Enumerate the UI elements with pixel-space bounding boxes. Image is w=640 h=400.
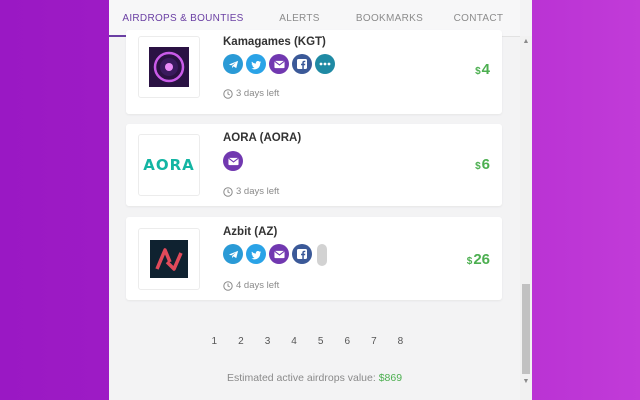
time-left-text: 4 days left [236,280,280,291]
time-left: 3 days left [223,186,279,197]
estimated-value-label: Estimated active airdrops value: [226,372,379,384]
airdrop-value: $ 4 [475,61,490,78]
airdrop-list: Kamagames (KGT) 3 days left $ 4 AORA AOR… [109,30,520,400]
page-link[interactable]: 8 [387,336,414,347]
email-icon[interactable] [269,244,289,264]
social-links [223,244,327,266]
twitter-icon[interactable] [246,244,266,264]
page-link[interactable]: 5 [307,336,334,347]
currency-symbol: $ [466,256,473,267]
aora-logo-text: AORA [143,156,195,174]
pagination: 1 2 3 4 5 6 7 8 [201,336,414,347]
value-amount: 6 [481,156,490,173]
airdrop-card[interactable]: AORA AORA (AORA) 3 days left $ 6 [126,124,502,206]
time-left-text: 3 days left [236,186,280,197]
value-amount: 26 [473,251,490,268]
scrollbar[interactable]: ▲ ▼ [520,36,532,400]
airdrop-value: $ 6 [475,156,490,173]
more-icon[interactable] [315,54,335,74]
airdrop-card[interactable]: Kamagames (KGT) 3 days left $ 4 [126,30,502,114]
scrollbar-thumb[interactable] [522,284,530,374]
value-amount: 4 [481,61,490,78]
kamagames-logo [138,36,200,98]
time-left-text: 3 days left [236,88,280,99]
page-link[interactable]: 2 [228,336,255,347]
scroll-down-arrow-icon[interactable]: ▼ [520,376,532,388]
azbit-logo [138,228,200,290]
social-links [223,151,243,171]
estimated-value-footer: Estimated active airdrops value: $869 [109,372,520,384]
aora-logo: AORA [138,134,200,196]
page-link[interactable]: 1 [201,336,228,347]
scroll-up-arrow-icon[interactable]: ▲ [520,36,532,48]
time-left: 3 days left [223,88,279,99]
airdrop-card[interactable]: Azbit (AZ) 4 days left $ 26 [126,217,502,300]
clock-icon [223,280,233,291]
page-link[interactable]: 6 [334,336,361,347]
page-link[interactable]: 3 [254,336,281,347]
time-left: 4 days left [223,280,279,291]
email-icon[interactable] [223,151,243,171]
loading-placeholder [317,244,327,266]
social-links [223,54,335,74]
airdrop-name[interactable]: Kamagames (KGT) [223,36,326,48]
extension-popup: Airdrops & Bounties Alerts Bookmarks Con… [109,0,532,400]
estimated-value-amount: $869 [378,372,403,384]
page-link[interactable]: 4 [281,336,308,347]
telegram-icon[interactable] [223,244,243,264]
page-link[interactable]: 7 [361,336,388,347]
airdrop-name[interactable]: Azbit (AZ) [223,226,277,238]
clock-icon [223,88,233,99]
clock-icon [223,186,233,197]
currency-symbol: $ [475,66,481,77]
facebook-icon[interactable] [292,54,312,74]
twitter-icon[interactable] [246,54,266,74]
email-icon[interactable] [269,54,289,74]
airdrop-name[interactable]: AORA (AORA) [223,132,301,144]
currency-symbol: $ [475,161,481,172]
facebook-icon[interactable] [292,244,312,264]
telegram-icon[interactable] [223,54,243,74]
airdrop-value: $ 26 [467,251,490,268]
